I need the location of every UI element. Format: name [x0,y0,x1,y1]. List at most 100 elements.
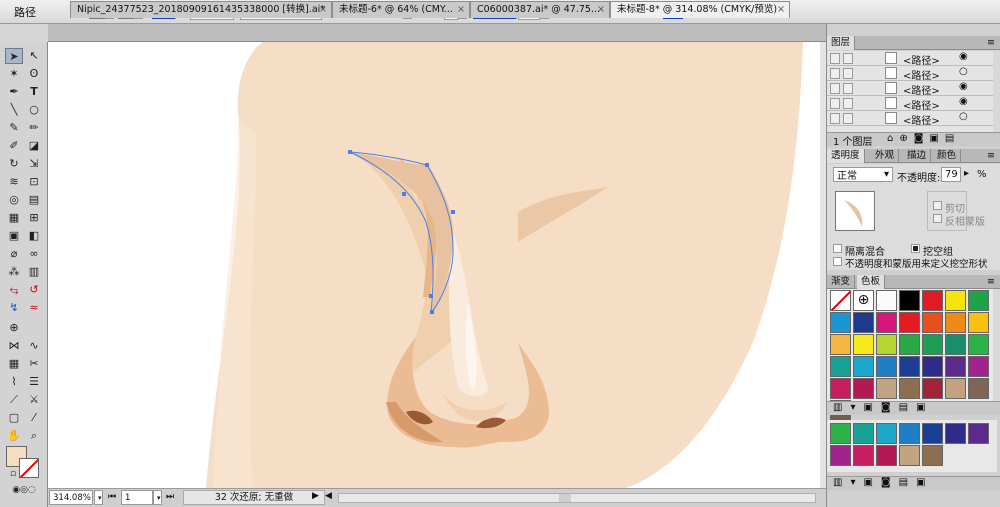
eyedropper-tool-icon[interactable]: ⌀ [5,246,23,262]
slice-tool-icon[interactable]: ∿ [25,338,43,354]
swatch-registration[interactable]: ⊕ [853,290,874,311]
panel-menu-icon[interactable]: ≡ [987,149,995,162]
color-swatch[interactable] [830,423,851,444]
blend-mode-select[interactable]: 正常 ▾ [833,167,893,182]
invert-mask-checkbox[interactable] [933,214,942,223]
color-swatch[interactable] [945,312,966,333]
magic-wand-tool-icon[interactable]: ✶ [5,66,23,82]
opacity-stepper[interactable]: ▸ [964,168,969,179]
blend-tool-icon[interactable]: ∞ [25,246,43,262]
color-swatch[interactable] [945,290,966,311]
color-swatch[interactable] [922,445,943,466]
panel-menu-icon[interactable]: ≡ [987,275,995,288]
selection-tool-icon[interactable]: ➤ [5,48,23,64]
color-swatch[interactable] [945,423,966,444]
live-paint-tool-icon[interactable]: ▤ [25,192,43,208]
artboard-first-icon[interactable]: ⏮ [108,492,116,502]
artboard-tool-icon[interactable]: ⋈ [5,338,23,354]
color-swatch[interactable] [830,334,851,355]
hand-tool-icon[interactable]: ✋ [5,428,23,444]
curvature-tool-icon[interactable]: ↺ [25,282,43,298]
scissors-tool-icon[interactable]: ✂ [25,356,43,372]
anchor-point[interactable] [430,310,434,314]
color-swatch[interactable] [968,334,989,355]
color-swatch[interactable] [899,445,920,466]
color-swatch[interactable] [922,356,943,377]
color-swatch[interactable] [968,423,989,444]
color-swatch[interactable] [876,312,897,333]
crosshair-tool-icon[interactable]: ⊕ [5,320,23,336]
pencil-tool-icon[interactable]: ✏ [25,120,43,136]
lasso-tool-icon[interactable]: ʘ [25,66,43,82]
zoom-dropdown[interactable]: ▾ [94,490,103,505]
artboard-field[interactable]: 1 [121,490,153,505]
free-transform-tool-icon[interactable]: ⊡ [25,174,43,190]
horizontal-scrollbar[interactable] [338,493,816,503]
color-swatch[interactable] [899,423,920,444]
mesh-tool-icon[interactable]: ⊞ [25,210,43,226]
tab-transparency[interactable]: 透明度 [827,149,865,163]
gradient-swatch-icon[interactable]: ◧ [25,228,43,244]
opacity-mask-checkbox[interactable] [833,257,842,266]
color-swatch[interactable] [830,378,851,399]
anchor-point[interactable] [451,210,455,214]
pen-tool-icon[interactable]: ✒ [5,84,23,100]
tab-stroke[interactable]: 描边 [903,149,932,163]
width-tool-icon[interactable]: ⥃ [5,282,23,298]
knockout-group-checkbox[interactable] [911,244,920,253]
color-swatch[interactable] [922,312,943,333]
scroll-left-icon[interactable]: ◀ [325,491,332,501]
crop-tool-icon[interactable]: ▢ [5,410,23,426]
opacity-field[interactable]: 79 [941,167,961,182]
color-swatch[interactable] [853,445,874,466]
color-swatch[interactable] [922,290,943,311]
shape-builder-tool-icon[interactable]: ◎ [5,192,23,208]
target-icon[interactable]: ○ [959,111,968,122]
color-swatch[interactable] [899,312,920,333]
line-tool-icon[interactable]: ╲ [5,102,23,118]
paintbrush-tool-icon[interactable]: ✎ [5,120,23,136]
swatch-actions-icons[interactable]: ▥▾▣◙▤▣ [833,477,934,488]
color-swatch[interactable] [899,356,920,377]
anchor-point[interactable] [402,192,406,196]
color-swatch[interactable] [968,312,989,333]
column-graph-tool-icon[interactable]: ▥ [25,264,43,280]
layer-actions-icons[interactable]: ⌂⊕◙▣▤ [887,133,960,144]
color-mode-icon[interactable]: ▫ [4,466,22,482]
close-icon[interactable]: × [597,2,605,17]
warp-tool-icon[interactable]: ≋ [5,174,23,190]
color-swatch[interactable] [945,356,966,377]
sampler-tool-icon[interactable]: ⁄ [25,410,43,426]
color-swatch[interactable] [876,378,897,399]
color-swatch[interactable] [876,334,897,355]
artboard-dropdown[interactable]: ▾ [153,490,162,505]
graph-tool-icon[interactable]: ⌇ [5,374,23,390]
color-swatch[interactable] [968,356,989,377]
tab-gradient[interactable]: 渐变 [827,275,856,289]
tab-untitled-8[interactable]: 未标题-8* @ 314.08% (CMYK/预览) × [610,1,790,18]
tab-untitled-6[interactable]: 未标题-6* @ 64% (CMY... × [332,1,470,18]
color-swatch[interactable] [830,356,851,377]
gradient-tool-icon[interactable]: ▣ [5,228,23,244]
target-icon[interactable]: ◉ [959,51,968,62]
tab-layers[interactable]: 图层 [827,36,856,50]
color-swatch[interactable] [968,378,989,399]
swatch-actions-icons[interactable]: ▥▾▣◙▤▣ [833,402,934,413]
layer-row[interactable]: <路径> ○ [827,111,997,127]
anchor-point[interactable] [348,150,352,154]
measure-tool-icon[interactable]: ⟋ [5,392,23,408]
clip-checkbox[interactable] [933,201,942,210]
color-swatch[interactable] [830,312,851,333]
knife-tool-icon[interactable]: ⚔ [25,392,43,408]
layers-scrollbar[interactable] [993,51,1000,132]
isolate-blending-checkbox[interactable] [833,244,842,253]
tab-color[interactable]: 颜色 [933,149,962,163]
tab-swatches[interactable]: 色板 [857,275,886,289]
color-swatch[interactable] [922,334,943,355]
color-swatch[interactable] [876,423,897,444]
color-swatch[interactable] [876,356,897,377]
color-swatch[interactable] [853,334,874,355]
tab-c06000387[interactable]: C06000387.ai* @ 47.75... × [470,1,610,18]
color-swatch[interactable] [899,334,920,355]
ellipse-tool-icon[interactable]: ○ [25,102,43,118]
